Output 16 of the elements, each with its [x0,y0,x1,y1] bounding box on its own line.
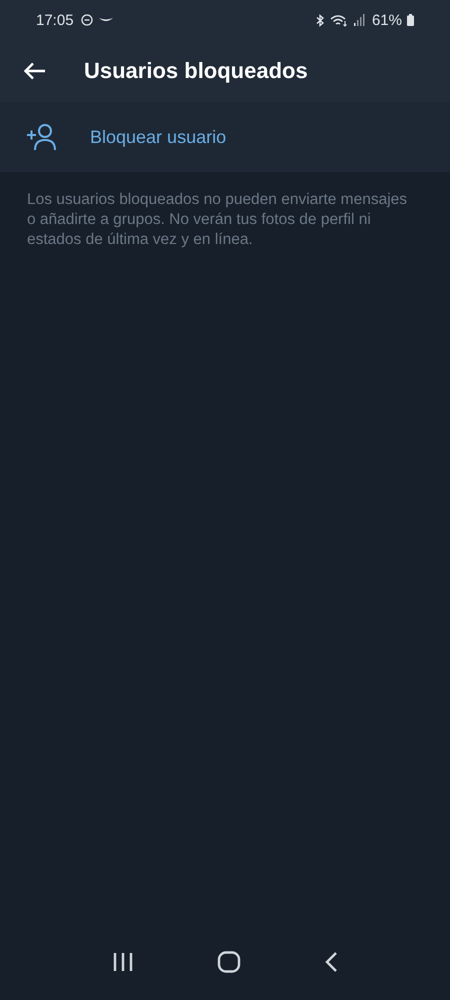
add-user-icon [26,123,58,151]
back-icon[interactable] [324,951,338,973]
recent-apps-icon[interactable] [112,952,134,972]
signal-icon [352,14,365,26]
page-title: Usuarios bloqueados [84,58,308,84]
info-text: Los usuarios bloqueados no pueden enviarte mensajes o añadirte a grupos. No verán tus fotos de perfil ni estados de última vez y en línea. [27,190,408,250]
block-user-button[interactable]: Bloquear usuario [0,102,450,172]
notification-icon [98,16,114,24]
battery-icon [407,14,414,26]
home-icon[interactable] [216,951,241,973]
battery-level: 61% [372,12,402,28]
status-time: 17:05 [36,12,74,28]
do-not-disturb-icon [80,14,93,26]
wifi-icon [330,14,348,26]
arrow-left-icon [24,62,46,80]
bluetooth-icon [314,14,325,26]
